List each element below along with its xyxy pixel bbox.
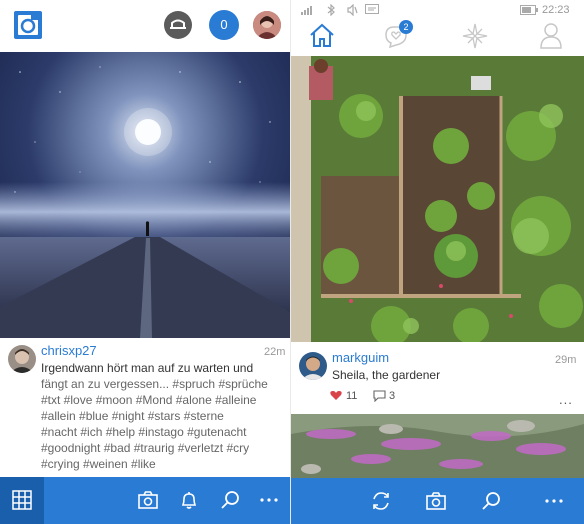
bluetooth-icon <box>327 4 335 16</box>
post-username[interactable]: markguim <box>332 350 389 365</box>
more-icon[interactable] <box>543 490 565 512</box>
status-time: 22:23 <box>542 4 570 16</box>
right-screen: 22:23 2 markguim 29m Sheila, the gardene… <box>291 0 584 524</box>
camera-icon[interactable] <box>137 489 159 511</box>
caption-line: #goodnight #bad #traurig #verletzt #cry <box>41 441 250 455</box>
top-nav: 2 <box>291 18 584 56</box>
caption-line: #allein #blue #night #stars #sterne <box>41 409 224 423</box>
left-screen: 0 chrisxp27 22m Irgendwann hört man auf … <box>0 0 290 524</box>
message-icon <box>365 4 379 14</box>
caption-line: Irgendwann hört man auf zu warten und <box>41 361 254 375</box>
post-photo[interactable] <box>291 56 584 342</box>
like-count: 11 <box>346 390 358 402</box>
search-icon[interactable] <box>219 489 241 511</box>
camera-icon[interactable] <box>425 490 447 512</box>
post-caption: Irgendwann hört man auf zu warten und fä… <box>41 360 281 472</box>
comment-icon[interactable] <box>373 390 386 402</box>
post-more-button[interactable]: ... <box>559 392 573 407</box>
top-bar: 0 <box>0 0 290 50</box>
left-bottom-bar <box>0 477 290 524</box>
right-bottom-bar <box>291 478 584 524</box>
grid-view-button[interactable] <box>0 477 44 524</box>
more-icon[interactable] <box>258 489 280 511</box>
post-author-avatar[interactable] <box>8 345 36 373</box>
battery-icon <box>520 5 538 15</box>
caption-line: #crying #weinen #like <box>41 457 156 471</box>
grid-icon <box>12 490 32 510</box>
activity-badge: 2 <box>399 20 413 34</box>
signal-icon <box>301 6 312 15</box>
post-caption: Sheila, the gardener <box>332 368 441 382</box>
post-photo[interactable] <box>0 52 290 338</box>
refresh-icon[interactable] <box>370 490 392 512</box>
caption-line: fängt an zu vergessen... #spruch #sprüch… <box>41 377 268 391</box>
app-logo-icon[interactable] <box>14 11 42 39</box>
caption-line: #nacht #ich #help #instago #gutenacht <box>41 425 247 439</box>
notification-count-badge[interactable]: 0 <box>209 10 239 40</box>
explore-compass-icon[interactable] <box>462 23 488 49</box>
profile-avatar[interactable] <box>253 11 281 39</box>
direct-inbox-icon[interactable] <box>164 11 192 39</box>
profile-icon[interactable] <box>539 22 563 50</box>
like-heart-icon[interactable] <box>330 390 342 401</box>
bell-icon[interactable] <box>178 489 200 511</box>
next-post-photo[interactable] <box>291 414 584 478</box>
search-icon[interactable] <box>480 490 502 512</box>
post-time: 29m <box>555 354 577 366</box>
caption-line: #txt #love #moon #Mond #alone #alleine <box>41 393 257 407</box>
mute-icon <box>347 4 358 16</box>
home-icon[interactable] <box>308 21 336 49</box>
post-username[interactable]: chrisxp27 <box>41 343 97 358</box>
comment-count: 3 <box>389 390 396 402</box>
post-author-avatar[interactable] <box>299 352 327 380</box>
post-time: 22m <box>264 346 286 358</box>
